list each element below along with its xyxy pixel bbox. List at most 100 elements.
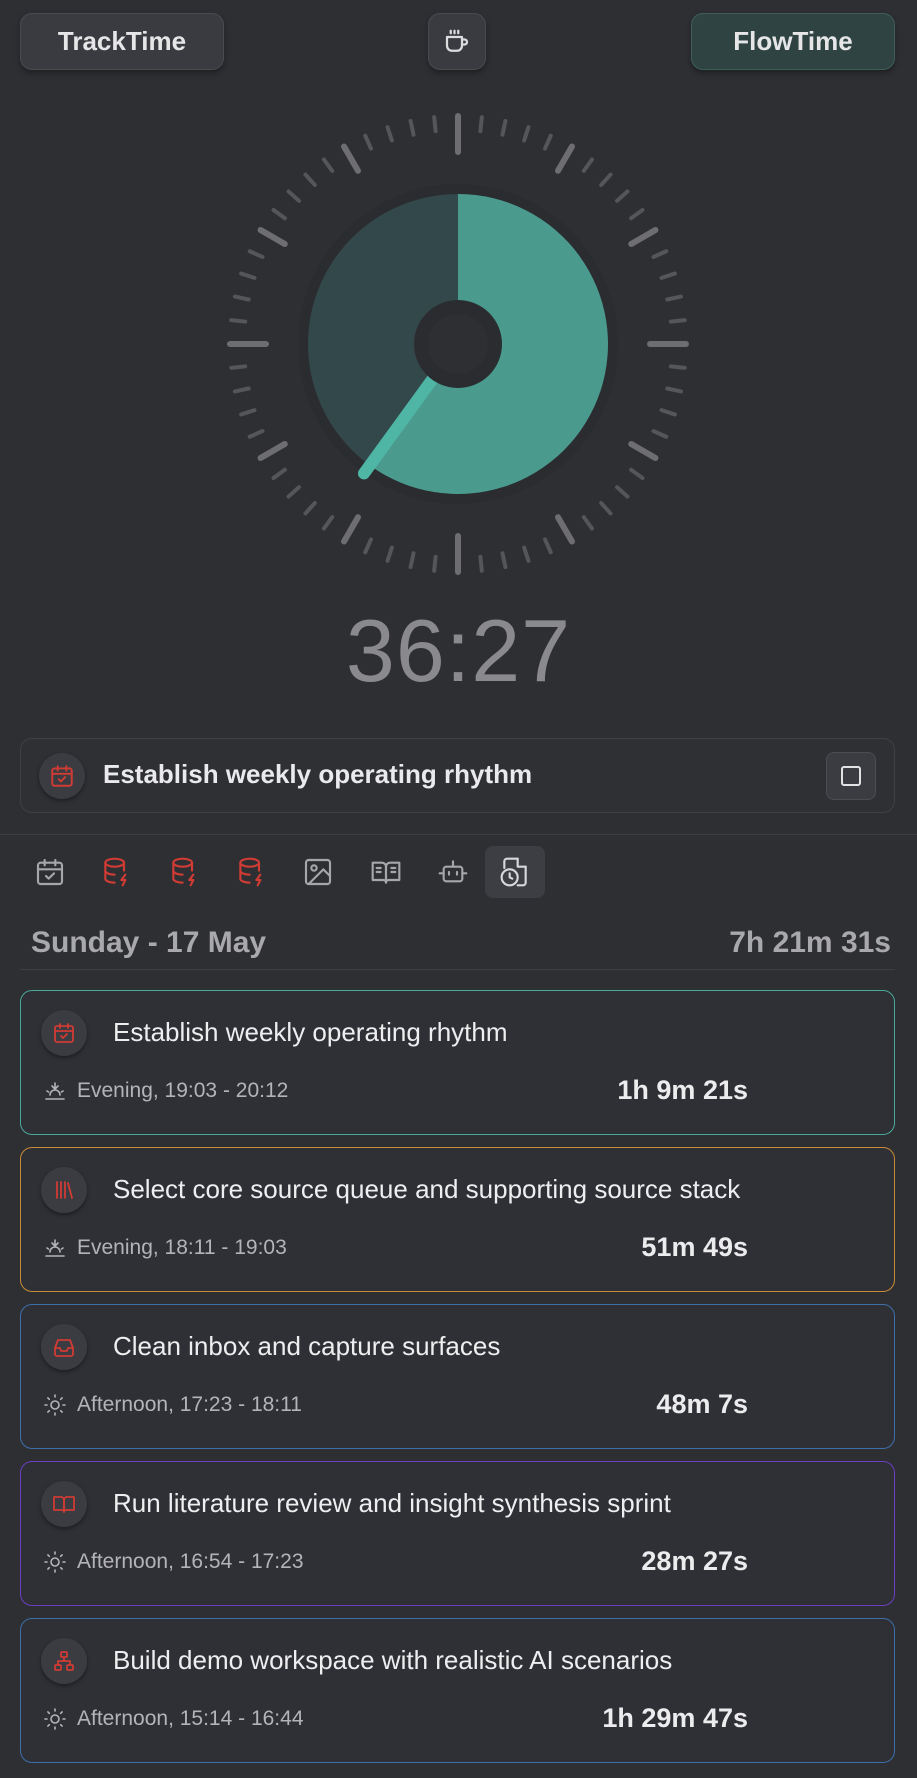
sunset-icon (45, 1239, 65, 1257)
database-bolt-icon (239, 857, 262, 887)
dial-tick (478, 554, 484, 573)
tool-book[interactable] (356, 846, 416, 898)
calendar-check-icon (51, 765, 73, 787)
dial-tick (247, 249, 265, 259)
dial-tick (232, 386, 251, 394)
break-button[interactable] (428, 13, 486, 70)
dial-tick (668, 364, 687, 370)
session-entry[interactable]: Build demo workspace with realistic AI s… (20, 1618, 895, 1763)
tool-robot[interactable] (423, 846, 483, 898)
tool-calendar[interactable] (20, 846, 80, 898)
dial-tick (500, 118, 508, 137)
dial-tick (229, 364, 248, 370)
entry-title: Build demo workspace with realistic AI s… (113, 1645, 673, 1675)
entry-icon-holder (41, 1481, 87, 1527)
dial-tick (286, 485, 301, 499)
dial-tick (247, 429, 265, 439)
entry-period-text: Afternoon, 16:54 - 17:23 (77, 1550, 304, 1573)
session-entry[interactable]: Clean inbox and capture surfaces Afterno… (20, 1304, 895, 1449)
current-task-title: Establish weekly operating rhythm (103, 759, 533, 789)
dial-tick (543, 537, 553, 555)
dial-tick (271, 207, 287, 221)
tool-file-clock[interactable] (485, 846, 545, 898)
timer-display: 36:27 (345, 601, 572, 700)
dial-tick (232, 294, 251, 302)
entry-period: Afternoon, 16:54 - 17:23 (43, 1550, 304, 1574)
entry-period: Evening, 19:03 - 20:12 (43, 1079, 288, 1103)
session-entry[interactable]: Run literature review and insight synthe… (20, 1461, 895, 1606)
dial-tick (341, 514, 361, 545)
dial-tick (257, 227, 288, 247)
entry-icon-holder (41, 1638, 87, 1684)
session-entry[interactable]: Select core source queue and supporting … (20, 1147, 895, 1292)
top-bar: TrackTime FlowTime (0, 0, 917, 80)
dial-tick (555, 514, 575, 545)
library-icon (56, 1181, 73, 1199)
tracktime-button[interactable]: TrackTime (20, 13, 224, 70)
dial-tick (599, 501, 613, 516)
tool-image[interactable] (288, 846, 348, 898)
dial-tick (478, 115, 484, 134)
dial-tick (257, 441, 288, 461)
image-icon (304, 858, 332, 886)
dial-tick (665, 386, 684, 394)
database-bolt-icon (172, 857, 195, 887)
dial-tick (599, 172, 613, 187)
dial-tick (303, 172, 317, 187)
dial-tick (432, 554, 438, 573)
flowtime-button[interactable]: FlowTime (691, 13, 895, 70)
tool-database-2[interactable] (154, 846, 214, 898)
dial-tick (408, 118, 416, 137)
current-task-bar[interactable]: Establish weekly operating rhythm (20, 738, 895, 813)
entry-period-text: Evening, 19:03 - 20:12 (77, 1079, 289, 1102)
dial-tick (341, 143, 361, 174)
entry-period: Evening, 18:11 - 19:03 (43, 1236, 287, 1260)
checkbox-square-icon (841, 766, 861, 786)
session-entry[interactable]: Establish weekly operating rhythm Evenin… (20, 990, 895, 1135)
current-task-icon-holder (39, 753, 85, 799)
sun-icon (44, 1394, 66, 1416)
dial-tick (581, 157, 595, 173)
dial-tick (555, 143, 575, 174)
sun-icon (44, 1708, 66, 1730)
dial-tick (321, 157, 335, 173)
dial-tick (363, 133, 373, 151)
calendar-check-icon (36, 858, 64, 886)
entry-period-text: Afternoon, 15:14 - 16:44 (77, 1707, 304, 1730)
entry-period-text: Afternoon, 17:23 - 18:11 (77, 1393, 302, 1416)
dial-tick (303, 501, 317, 516)
dial-tick (229, 318, 248, 324)
inbox-icon (54, 1339, 74, 1357)
entry-period: Afternoon, 15:14 - 16:44 (43, 1707, 304, 1731)
dial-tick (628, 441, 659, 461)
complete-task-checkbox[interactable] (826, 752, 876, 800)
robot-icon (438, 860, 468, 883)
dial-tick (385, 545, 394, 563)
dial-tick (385, 125, 394, 143)
coffee-cup-icon (445, 29, 469, 52)
dial-tick (668, 318, 687, 324)
calendar-check-icon (54, 1023, 74, 1043)
dial-tick (628, 227, 659, 247)
category-toolbar (20, 846, 900, 898)
dial-tick (659, 408, 677, 417)
dial-tick (432, 115, 438, 134)
book-open-icon (371, 861, 401, 884)
entry-icon-holder (41, 1167, 87, 1213)
entry-duration: 1h 29m 47s (602, 1703, 748, 1733)
entry-title: Select core source queue and supporting … (113, 1174, 741, 1204)
tool-database-1[interactable] (86, 846, 146, 898)
dial-tick (271, 467, 287, 481)
entry-period-text: Evening, 18:11 - 19:03 (77, 1236, 287, 1259)
tool-database-3[interactable] (221, 846, 281, 898)
dial-tick (522, 545, 531, 563)
entry-title: Establish weekly operating rhythm (113, 1017, 508, 1047)
entry-icon-holder (41, 1324, 87, 1370)
dial-tick (321, 515, 335, 531)
entry-icon-holder (41, 1010, 87, 1056)
timer-dial (0, 80, 917, 620)
dial-tick (629, 467, 645, 481)
dial-tick (659, 271, 677, 280)
sunset-icon (45, 1082, 65, 1100)
entry-title: Clean inbox and capture surfaces (113, 1331, 501, 1361)
